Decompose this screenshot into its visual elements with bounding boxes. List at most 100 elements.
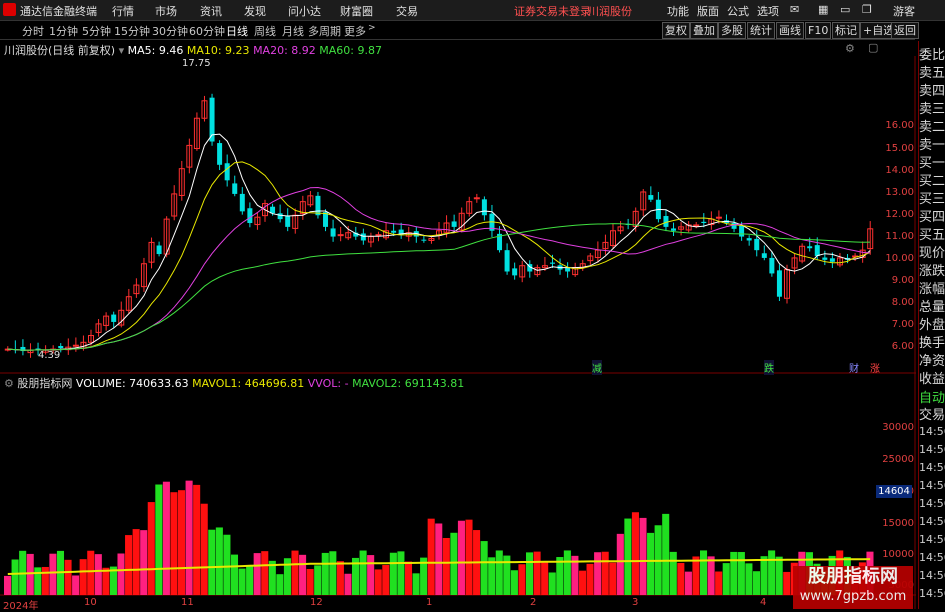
menu-wenxiaoda[interactable]: 问小达 bbox=[288, 3, 321, 19]
price-axis-label: 14.00 bbox=[885, 165, 914, 176]
volume-bar bbox=[775, 556, 783, 595]
duogu-button[interactable]: 多股 bbox=[718, 22, 746, 39]
sidebar-label: 买五 bbox=[919, 228, 945, 243]
candle-body bbox=[776, 270, 782, 297]
tab-60min[interactable]: 60分钟 bbox=[189, 23, 225, 39]
candle-body bbox=[693, 224, 700, 227]
volume-bar bbox=[102, 567, 110, 595]
tick-time: 14:56 bbox=[919, 551, 945, 564]
volume-bar bbox=[117, 553, 125, 595]
menu-shichang[interactable]: 市场 bbox=[155, 3, 177, 19]
guest-label[interactable]: 游客 bbox=[893, 3, 915, 19]
back-button[interactable]: 返回 bbox=[891, 22, 919, 39]
menu-faxian[interactable]: 发现 bbox=[244, 3, 266, 19]
tongji-button[interactable]: 统计 bbox=[747, 22, 775, 39]
marker-jian[interactable]: 减 bbox=[592, 360, 602, 375]
volume-bar bbox=[495, 550, 503, 595]
sidebar-label: 涨幅 bbox=[919, 282, 945, 297]
volume-bar bbox=[359, 550, 367, 595]
candle-body bbox=[451, 221, 457, 227]
candle-body bbox=[504, 250, 510, 272]
grid-icon[interactable]: ▦ bbox=[818, 3, 828, 16]
tab-1min[interactable]: 1分钟 bbox=[49, 23, 78, 39]
f10-button[interactable]: F10 bbox=[805, 22, 832, 39]
candle-body bbox=[814, 245, 820, 256]
monitor-icon[interactable]: ▭ bbox=[840, 3, 850, 16]
menu-banmian[interactable]: 版面 bbox=[697, 3, 719, 19]
volume-bar bbox=[783, 571, 791, 595]
stock-name-title: 川润股份 bbox=[588, 5, 632, 18]
sidebar-label: 卖五 bbox=[919, 66, 945, 81]
sidebar-label: 买四 bbox=[919, 210, 945, 225]
candle-body bbox=[247, 208, 253, 223]
volume-bar bbox=[178, 490, 186, 595]
sidebar-label: 总量 bbox=[919, 300, 945, 315]
volume-bar bbox=[223, 534, 231, 595]
volume-bar bbox=[208, 529, 216, 595]
mail-icon[interactable]: ✉ bbox=[790, 3, 799, 16]
volume-bar bbox=[624, 518, 632, 595]
x-axis-label: 10 bbox=[84, 597, 97, 608]
fuquan-button[interactable]: 复权 bbox=[662, 22, 690, 39]
volume-bar bbox=[147, 502, 155, 595]
biaoji-button[interactable]: 标记 bbox=[832, 22, 860, 39]
volume-bar bbox=[367, 555, 375, 595]
tab-weekly[interactable]: 周线 bbox=[254, 23, 276, 39]
tick-time: 14:56 bbox=[919, 515, 945, 528]
volume-bar bbox=[412, 573, 420, 595]
tab-15min[interactable]: 15分钟 bbox=[114, 23, 150, 39]
menu-zixun[interactable]: 资讯 bbox=[200, 3, 222, 19]
more-chevron-icon[interactable]: > bbox=[368, 23, 376, 33]
price-axis-label: 11.00 bbox=[885, 231, 914, 242]
huaxian-button[interactable]: 画线 bbox=[776, 22, 804, 39]
tab-30min[interactable]: 30分钟 bbox=[152, 23, 188, 39]
sidebar-label: 收益 bbox=[919, 372, 945, 387]
tab-daily[interactable]: 日线 bbox=[226, 23, 248, 39]
zoom-icon[interactable]: ▢ bbox=[868, 41, 878, 54]
x-axis-label: 11 bbox=[181, 597, 194, 608]
menu-gongneng[interactable]: 功能 bbox=[667, 3, 689, 19]
settings-icon[interactable]: ⚙ bbox=[845, 42, 855, 55]
kline-chart[interactable] bbox=[0, 56, 916, 609]
watermark-title: 股朋指标网 bbox=[808, 566, 898, 587]
tab-multi-period[interactable]: 多周期 bbox=[308, 23, 341, 39]
price-axis-label: 13.00 bbox=[885, 187, 914, 198]
tab-monthly[interactable]: 月线 bbox=[282, 23, 304, 39]
tick-time: 14:56 bbox=[919, 587, 945, 600]
volume-bar bbox=[578, 570, 587, 595]
volume-bar bbox=[41, 566, 49, 595]
tab-fenshi[interactable]: 分时 bbox=[22, 23, 44, 39]
indicator-name[interactable]: 股朋指标网 bbox=[17, 377, 72, 390]
marker-die[interactable]: 跌 bbox=[764, 360, 774, 375]
volume-bar bbox=[404, 561, 413, 595]
marker-zhang[interactable]: 涨 bbox=[870, 360, 880, 375]
high-price-label: 17.75 bbox=[182, 58, 211, 69]
sidebar-label: 现价 bbox=[919, 246, 945, 261]
volume-bar bbox=[427, 518, 435, 595]
volume-bar bbox=[374, 569, 382, 595]
volume-bar bbox=[329, 551, 337, 595]
diejia-button[interactable]: 叠加 bbox=[690, 22, 718, 39]
candle-body bbox=[648, 195, 654, 200]
sidebar-label: 卖一 bbox=[919, 138, 945, 153]
menu-hangqing[interactable]: 行情 bbox=[112, 3, 134, 19]
menu-gongshi[interactable]: 公式 bbox=[727, 3, 749, 19]
volume-bar bbox=[155, 484, 163, 595]
login-notice[interactable]: 证券交易未登录 bbox=[514, 3, 591, 19]
menu-xuanxiang[interactable]: 选项 bbox=[757, 3, 779, 19]
settings-icon[interactable]: ⚙ bbox=[4, 377, 14, 390]
tab-5min[interactable]: 5分钟 bbox=[82, 23, 111, 39]
menu-caifuquan[interactable]: 财富圈 bbox=[340, 3, 373, 19]
restore-icon[interactable]: ❐ bbox=[862, 3, 872, 16]
volume-bar bbox=[752, 571, 761, 595]
menu-jiaoyi[interactable]: 交易 bbox=[396, 3, 418, 19]
sidebar-label: 涨跌 bbox=[919, 264, 945, 279]
volume-bar bbox=[563, 550, 571, 595]
marker-cai[interactable]: 财 bbox=[849, 360, 859, 375]
volume-bar bbox=[677, 562, 685, 595]
tab-more[interactable]: 更多 bbox=[344, 23, 366, 39]
volume-bar bbox=[457, 520, 465, 595]
sidebar-label: 换手 bbox=[919, 336, 945, 351]
watermark-box: 股朋指标网 www.7gpzb.com bbox=[793, 566, 913, 609]
volume-bar bbox=[299, 554, 307, 595]
